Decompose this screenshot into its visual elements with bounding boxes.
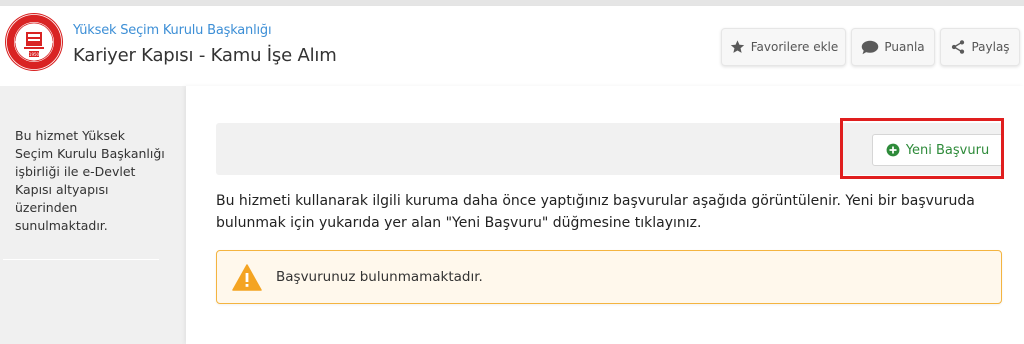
share-icon: [952, 40, 965, 54]
plus-circle-icon: [886, 143, 900, 157]
no-application-alert: Başvurunuz bulunmamaktadır.: [216, 250, 1002, 304]
sidebar: Bu hizmet Yüksek Seçim Kurulu Başkanlığı…: [0, 86, 186, 344]
add-favorite-button[interactable]: Favorilere ekle: [721, 28, 846, 66]
rate-button[interactable]: Puanla: [851, 28, 935, 66]
new-application-label: Yeni Başvuru: [905, 142, 990, 158]
new-application-button[interactable]: Yeni Başvuru: [872, 134, 1003, 166]
share-label: Paylaş: [971, 40, 1010, 54]
main-content: Yeni Başvuru Bu hizmeti kullanarak ilgil…: [186, 86, 1024, 344]
speech-bubble-icon: [862, 40, 879, 54]
star-icon: [730, 40, 744, 53]
info-text: Bu hizmeti kullanarak ilgili kuruma daha…: [216, 193, 975, 231]
org-name-link[interactable]: Yüksek Seçim Kurulu Başkanlığı: [73, 23, 272, 38]
alert-message: Başvurunuz bulunmamaktadır.: [276, 269, 483, 285]
header: 1950 Yüksek Seçim Kurulu Başkanlığı Kari…: [0, 6, 1024, 86]
service-description: Bu hizmet Yüksek Seçim Kurulu Başkanlığı…: [15, 128, 165, 233]
warning-icon: [232, 264, 262, 291]
add-favorite-label: Favorilere ekle: [750, 40, 839, 54]
page-title: Kariyer Kapısı - Kamu İşe Alım: [73, 45, 337, 66]
share-button[interactable]: Paylaş: [940, 28, 1020, 66]
ysk-logo: 1950: [5, 13, 63, 71]
sidebar-divider: [3, 259, 159, 260]
svg-text:1950: 1950: [29, 52, 40, 57]
rate-label: Puanla: [884, 40, 925, 54]
